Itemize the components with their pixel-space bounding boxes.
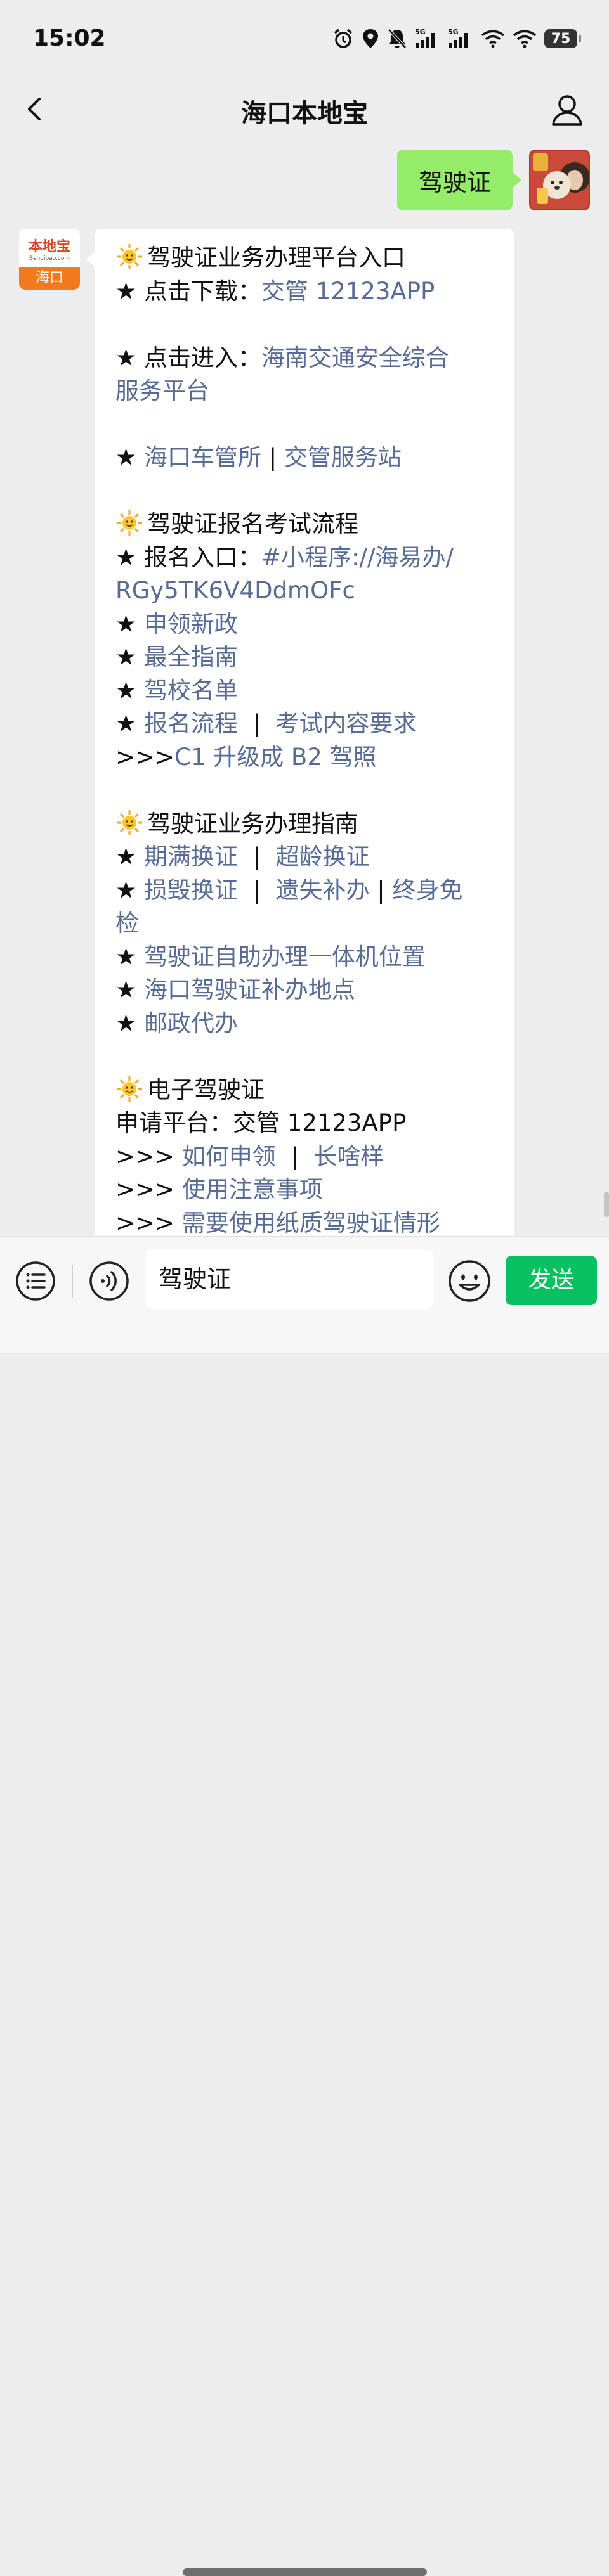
section-title: 驾驶证业务办理指南 bbox=[115, 808, 495, 841]
avatar-image bbox=[530, 151, 589, 209]
user-avatar[interactable] bbox=[529, 150, 590, 210]
menu-list-icon[interactable] bbox=[15, 1261, 56, 1301]
input-bar: 驾驶证 发送 bbox=[0, 1236, 609, 2576]
divider bbox=[72, 1265, 73, 1298]
sun-emoji-icon bbox=[117, 1076, 142, 1102]
driving-school-list-link[interactable]: 驾校名单 bbox=[144, 677, 238, 704]
message-input[interactable]: 驾驶证 bbox=[146, 1249, 433, 1309]
sun-emoji-icon bbox=[117, 510, 142, 536]
signup-flow-link[interactable]: 报名流程 bbox=[144, 710, 238, 737]
what-it-looks-like-link[interactable]: 长啥样 bbox=[313, 1143, 384, 1170]
chat-area[interactable]: 驾驶证 本地宝 Bendibao.com 海口 驾驶证业务办理平台入口 ★ 点击… bbox=[0, 143, 609, 1236]
full-guide-link[interactable]: 最全指南 bbox=[144, 643, 238, 671]
postal-agent-link[interactable]: 邮政代办 bbox=[144, 1010, 238, 1037]
haikou-vehicle-office-link[interactable]: 海口车管所 bbox=[144, 444, 261, 471]
profile-icon[interactable] bbox=[548, 91, 586, 127]
wifi-icon bbox=[513, 30, 537, 48]
emoji-icon[interactable] bbox=[448, 1259, 491, 1303]
reissue-place-link[interactable]: 海口驾驶证补办地点 bbox=[144, 976, 355, 1003]
alarm-icon bbox=[334, 29, 353, 48]
battery-indicator: 75 bbox=[544, 29, 581, 48]
home-indicator[interactable] bbox=[183, 2568, 427, 2576]
self-service-kiosk-link[interactable]: 驾驶证自助办理一体机位置 bbox=[144, 943, 426, 970]
download-12123-link[interactable]: 交管 12123APP bbox=[261, 278, 435, 305]
wifi-icon bbox=[481, 30, 505, 48]
sun-emoji-icon bbox=[117, 244, 142, 269]
logo-city: 海口 bbox=[19, 267, 80, 290]
section-title: 驾驶证业务办理平台入口 bbox=[115, 242, 495, 275]
svg-text:5G: 5G bbox=[448, 28, 459, 36]
lifetime-exempt-link-cont[interactable]: 检 bbox=[115, 910, 139, 937]
paper-license-cases-link[interactable]: 需要使用纸质驾驶证情形 bbox=[182, 1209, 440, 1237]
sent-message-bubble[interactable]: 驾驶证 bbox=[396, 150, 522, 210]
how-to-apply-link[interactable]: 如何申领 bbox=[182, 1143, 276, 1170]
mute-icon bbox=[388, 29, 407, 49]
expire-renew-link[interactable]: 期满换证 bbox=[144, 843, 238, 870]
sun-emoji-icon bbox=[117, 809, 142, 835]
exam-requirements-link[interactable]: 考试内容要求 bbox=[275, 710, 416, 737]
status-time: 15:02 bbox=[33, 25, 106, 51]
svg-text:5G: 5G bbox=[415, 28, 426, 36]
age-renew-link[interactable]: 超龄换证 bbox=[275, 843, 369, 870]
signup-miniprogram-link[interactable]: #小程序://海易办/ bbox=[261, 544, 454, 571]
status-icons: 5G 5G 75 bbox=[332, 28, 581, 49]
voice-icon[interactable] bbox=[89, 1261, 129, 1301]
traffic-service-station-link[interactable]: 交管服务站 bbox=[284, 444, 402, 471]
hainan-traffic-platform-link-cont[interactable]: 服务平台 bbox=[115, 377, 209, 404]
battery-level: 75 bbox=[551, 30, 571, 47]
new-policy-link[interactable]: 申领新政 bbox=[144, 610, 238, 638]
logo-domain: Bendibao.com bbox=[29, 255, 70, 262]
bot-avatar[interactable]: 本地宝 Bendibao.com 海口 bbox=[19, 229, 80, 290]
signal-icon: 5G bbox=[415, 28, 435, 48]
section-title: 驾驶证报名考试流程 bbox=[115, 508, 495, 541]
damage-renew-link[interactable]: 损毁换证 bbox=[144, 877, 238, 904]
logo-brand: 本地宝 bbox=[28, 239, 70, 255]
status-bar: 15:02 5G 5G 75 bbox=[0, 0, 609, 76]
usage-notes-link[interactable]: 使用注意事项 bbox=[182, 1176, 323, 1203]
scrollbar-thumb[interactable] bbox=[604, 1192, 609, 1217]
signal-icon: 5G bbox=[448, 28, 468, 48]
page-title: 海口本地宝 bbox=[241, 99, 368, 128]
location-icon bbox=[363, 29, 378, 48]
nav-bar: 海口本地宝 bbox=[0, 76, 609, 143]
lost-reissue-link[interactable]: 遗失补办 bbox=[275, 877, 369, 904]
signup-miniprogram-link-cont[interactable]: RGy5TK6V4DdmOFc bbox=[115, 577, 355, 604]
sent-message-text: 驾驶证 bbox=[418, 168, 491, 196]
send-button[interactable]: 发送 bbox=[506, 1256, 597, 1305]
received-message-bubble: 驾驶证业务办理平台入口 ★ 点击下载：交管 12123APP ★ 点击进入：海南… bbox=[86, 229, 514, 1237]
hainan-traffic-platform-link[interactable]: 海南交通安全综合 bbox=[261, 344, 449, 371]
lifetime-exempt-link[interactable]: 终身免 bbox=[392, 877, 462, 904]
c1-to-b2-link[interactable]: C1 升级成 B2 驾照 bbox=[174, 744, 377, 771]
logo: 本地宝 Bendibao.com bbox=[19, 229, 80, 267]
section-title: 电子驾驶证 bbox=[115, 1074, 495, 1107]
